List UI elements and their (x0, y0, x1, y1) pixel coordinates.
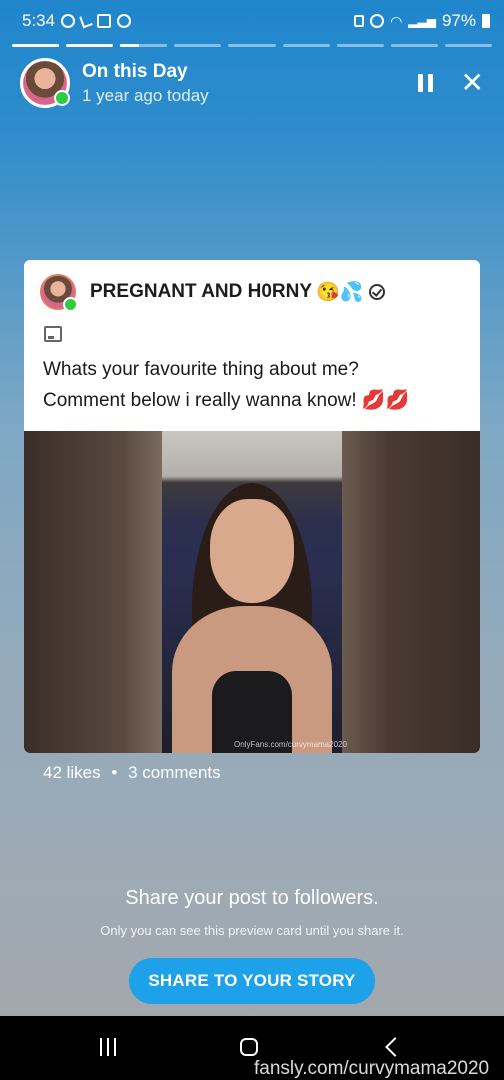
status-time: 5:34 (22, 11, 56, 30)
post-preview-card[interactable]: PREGNANT AND H0RNY 😘💦 Whats your favouri… (24, 260, 480, 753)
close-icon[interactable]: ✕ (461, 69, 484, 97)
notification-icon-2 (117, 14, 132, 28)
site-watermark: fansly.com/curvymama2020 (254, 1058, 490, 1079)
wifi-icon: ◠ (390, 12, 403, 29)
missed-call-icon (79, 13, 93, 29)
header-text: On this Day 1 year ago today (82, 61, 209, 106)
back-icon[interactable] (385, 1037, 405, 1057)
post-photo[interactable]: OnlyFans.com/curvymama2020 (24, 431, 480, 753)
image-icon (44, 326, 62, 342)
share-subtitle: Only you can see this preview card until… (100, 923, 404, 938)
post-author-name[interactable]: PREGNANT AND H0RNY (90, 281, 312, 303)
story-progress (12, 44, 492, 47)
story-title: On this Day (82, 60, 188, 82)
post-stats: 42 likes • 3 comments (43, 763, 221, 783)
status-right: ◠ ▂▃▅ 97% (354, 11, 490, 31)
post-text: Whats your favourite thing about me? Com… (43, 354, 464, 416)
post-text-line-2-text: Comment below i really wanna know! (43, 390, 357, 411)
story-subtitle: 1 year ago today (82, 85, 209, 105)
author-emoji: 😘💦 (316, 282, 364, 303)
post-text-line-1: Whats your favourite thing about me? (43, 359, 359, 380)
story-avatar[interactable] (20, 58, 70, 108)
progress-segment (120, 44, 168, 47)
gallery-icon (97, 14, 112, 28)
photo-subject (162, 431, 342, 753)
battery-percent: 97% (441, 11, 476, 30)
progress-segment (174, 44, 222, 47)
progress-segment (228, 44, 276, 47)
progress-segment (444, 44, 492, 47)
online-indicator (63, 297, 78, 312)
post-header: PREGNANT AND H0RNY 😘💦 (24, 260, 480, 312)
recents-icon[interactable] (100, 1038, 116, 1056)
pause-icon[interactable] (417, 74, 433, 92)
battery-icon (482, 14, 490, 28)
status-bar: 5:34 ◠ ▂▃▅ 97% (0, 0, 504, 42)
signal-icon: ▂▃▅ (408, 14, 436, 28)
story-header: On this Day 1 year ago today ✕ (20, 56, 484, 110)
progress-segment (390, 44, 438, 47)
comments-count: 3 comments (128, 763, 221, 782)
progress-segment (66, 44, 114, 47)
post-avatar[interactable] (40, 274, 78, 312)
share-to-story-button[interactable]: SHARE TO YOUR STORY (129, 958, 375, 1004)
verified-icon (369, 284, 386, 300)
lips-emoji: 💋💋 (361, 390, 410, 411)
online-indicator (54, 90, 70, 106)
photo-watermark: OnlyFans.com/curvymama2020 (234, 740, 347, 749)
share-title: Share your post to followers. (125, 887, 379, 909)
lock-icon (354, 15, 365, 27)
progress-segment (336, 44, 384, 47)
post-text-line-2: Comment below i really wanna know! 💋💋 (43, 385, 464, 416)
status-left: 5:34 (22, 11, 132, 31)
notification-icon (61, 14, 76, 28)
progress-segment (282, 44, 330, 47)
home-icon[interactable] (240, 1038, 258, 1056)
stats-separator: • (111, 763, 118, 782)
progress-segment (12, 44, 60, 47)
alarm-icon (370, 14, 385, 28)
likes-count: 42 likes (43, 763, 101, 782)
header-actions: ✕ (417, 69, 484, 97)
